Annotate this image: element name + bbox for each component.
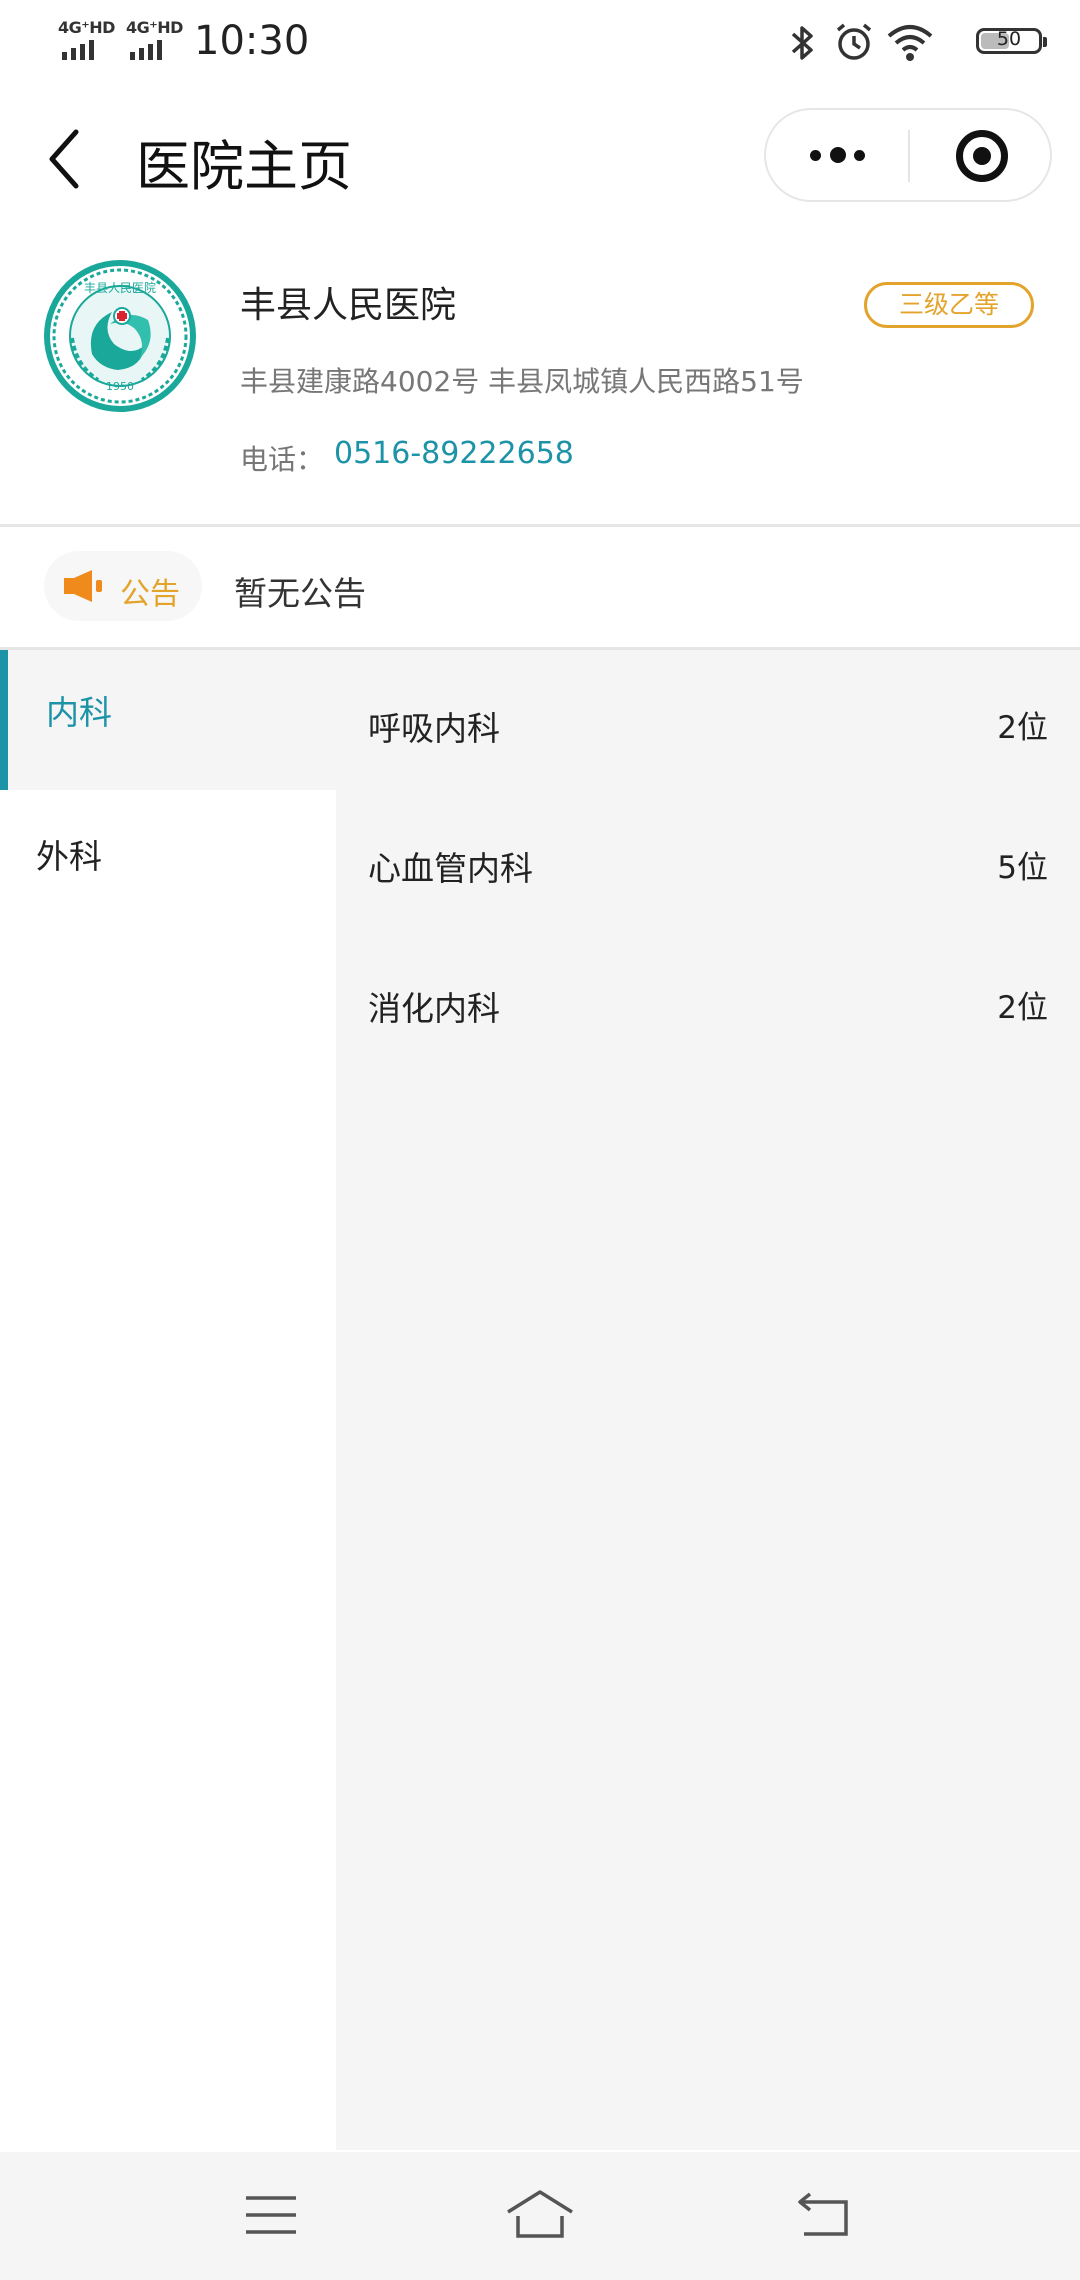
- department-name: 心血管内科: [368, 849, 533, 888]
- hospital-name: 丰县人民医院: [240, 285, 457, 326]
- department-row[interactable]: 消化内科 2位: [336, 930, 1080, 1070]
- notice-tag: 公告: [44, 551, 202, 621]
- nav-bar: 医院主页: [0, 100, 1080, 220]
- phone-link[interactable]: 0516-89222658: [334, 436, 574, 471]
- menu-icon[interactable]: [244, 2192, 298, 2238]
- network-label-2: 4G⁺HD: [126, 18, 183, 37]
- network-label-1: 4G⁺HD: [58, 18, 115, 37]
- grade-badge: 三级乙等: [864, 282, 1034, 328]
- notice-label: 公告: [120, 577, 180, 612]
- battery-icon: 50: [976, 28, 1047, 54]
- doctor-count: 5位: [997, 850, 1048, 886]
- doctor-count: 2位: [997, 710, 1048, 746]
- system-nav-bar: [0, 2152, 1080, 2280]
- hospital-address: 丰县建康路4002号 丰县凤城镇人民西路51号: [240, 365, 804, 398]
- page-title: 医院主页: [136, 135, 352, 198]
- department-name: 消化内科: [368, 989, 500, 1028]
- department-row[interactable]: 呼吸内科 2位: [336, 650, 1080, 790]
- category-label: 外科: [36, 837, 102, 876]
- speaker-icon: [64, 570, 102, 602]
- department-row[interactable]: 心血管内科 5位: [336, 790, 1080, 930]
- back-icon[interactable]: [796, 2192, 852, 2238]
- phone-label: 电话：: [240, 443, 325, 476]
- category-item-internal[interactable]: 内科: [0, 650, 336, 790]
- department-name: 呼吸内科: [368, 709, 500, 748]
- battery-level: 50: [996, 28, 1022, 50]
- status-bar: 4G⁺HD 4G⁺HD 10:30 50: [0, 0, 1080, 90]
- svg-text:1950: 1950: [106, 380, 134, 393]
- svg-text:丰县人民医院: 丰县人民医院: [84, 281, 156, 295]
- notice-text: 暂无公告: [234, 574, 366, 613]
- doctor-count: 2位: [997, 990, 1048, 1026]
- target-circle-icon[interactable]: [956, 130, 1008, 182]
- hospital-logo: 1950 丰县人民医院: [44, 260, 196, 412]
- bluetooth-icon: [791, 26, 813, 60]
- alarm-icon: [836, 23, 872, 60]
- category-item-surgery[interactable]: 外科: [0, 790, 336, 930]
- home-icon[interactable]: [504, 2188, 576, 2240]
- signal-1: 4G⁺HD: [58, 18, 118, 60]
- chevron-left-icon[interactable]: [44, 124, 84, 194]
- hospital-info: 1950 丰县人民医院 丰县人民医院 三级乙等 丰县建康路4002号 丰县凤城镇…: [0, 240, 1080, 525]
- department-list: 呼吸内科 2位 心血管内科 5位 消化内科 2位: [336, 650, 1080, 2150]
- notice-bar: 公告 暂无公告: [0, 527, 1080, 647]
- status-time: 10:30: [194, 18, 310, 64]
- mini-program-capsule: [764, 108, 1052, 202]
- more-dots-icon[interactable]: [766, 110, 908, 200]
- signal-2: 4G⁺HD: [126, 18, 186, 60]
- category-label: 内科: [46, 693, 112, 732]
- category-sidebar: 内科 外科: [0, 650, 336, 2150]
- wifi-icon: [887, 25, 933, 61]
- active-indicator: [0, 650, 8, 790]
